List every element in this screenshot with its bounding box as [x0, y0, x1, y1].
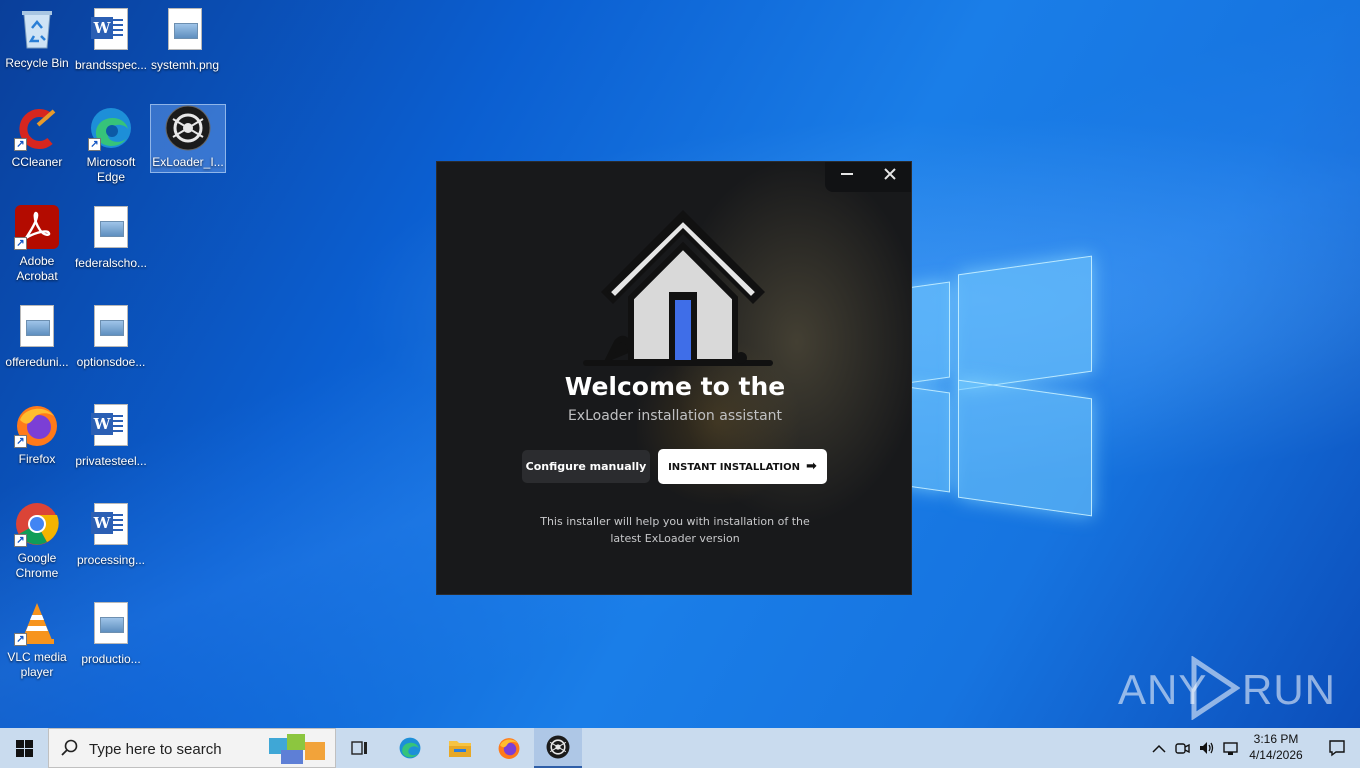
desktop-icon-vlc[interactable]: ↗ VLC media player [0, 600, 74, 680]
desktop-icon-chrome[interactable]: ↗ Google Chrome [0, 501, 74, 581]
image-file-icon [88, 602, 134, 648]
windows-wallpaper-logo [900, 255, 1095, 517]
taskbar-firefox[interactable] [485, 728, 533, 768]
installer-note: This installer will help you with instal… [540, 515, 810, 545]
welcome-heading: Welcome to the [564, 372, 786, 398]
desktop-icon-optionsdoe[interactable]: optionsdoe... [74, 303, 148, 370]
firefox-icon [497, 736, 521, 765]
firefox-icon: ↗ [14, 402, 60, 448]
ccleaner-icon: ↗ [14, 105, 60, 151]
taskbar-search-box[interactable]: Type here to search [48, 728, 336, 768]
vlc-icon: ↗ [14, 600, 60, 646]
chrome-icon: ↗ [14, 501, 60, 547]
desktop-icon-brandsspec[interactable]: W brandsspec... [74, 6, 148, 73]
network-icon [1222, 740, 1240, 761]
desktop-icon-label: processing... [76, 553, 146, 567]
desktop-icon-label: optionsdoe... [76, 355, 146, 369]
close-icon [883, 168, 897, 185]
image-file-icon [162, 8, 208, 54]
desktop-icon-label: Microsoft Edge [86, 155, 136, 184]
desktop-icon-systemh[interactable]: systemh.png [148, 6, 222, 73]
desktop-icon-firefox[interactable]: ↗ Firefox [0, 402, 74, 467]
configure-manually-button[interactable]: Configure manually [522, 450, 650, 483]
desktop-icon-recycle-bin[interactable]: Recycle Bin [0, 6, 74, 71]
desktop-icon-label: productio... [81, 652, 141, 666]
desktop-icon-acrobat[interactable]: ↗ Adobe Acrobat [0, 204, 74, 284]
taskbar-file-explorer[interactable] [435, 728, 483, 768]
desktop-icon-label: CCleaner [11, 155, 63, 169]
exloader-icon [546, 735, 570, 764]
play-logo-icon [1188, 655, 1241, 725]
desktop-icon-label: offereduni... [5, 355, 69, 369]
speaker-icon [1198, 740, 1216, 761]
desktop-icon-label: Google Chrome [15, 551, 59, 580]
image-file-icon [88, 206, 134, 252]
word-document-icon: W [88, 404, 134, 450]
camera-icon [1174, 740, 1190, 761]
notification-icon [1328, 739, 1346, 762]
desktop-icon-label: Adobe Acrobat [16, 254, 58, 283]
taskbar: Type here to search 3:16 PM 4/14/2026 [0, 728, 1360, 768]
word-document-icon: W [88, 8, 134, 54]
minimize-icon [840, 168, 854, 185]
edge-icon: ↗ [88, 105, 134, 151]
taskbar-exloader[interactable] [534, 728, 582, 768]
action-center-button[interactable] [1314, 728, 1360, 768]
taskbar-task-view[interactable] [336, 728, 384, 768]
start-button[interactable] [0, 728, 48, 768]
acrobat-icon: ↗ [14, 204, 60, 250]
chevron-up-icon [1152, 741, 1166, 759]
search-placeholder: Type here to search [89, 741, 222, 758]
arrow-right-icon: ➡ [806, 459, 817, 474]
exloader-installer-window: Welcome to the ExLoader installation ass… [436, 161, 912, 595]
image-file-icon [88, 305, 134, 351]
desktop-icon-label: systemh.png [150, 58, 220, 72]
task-view-icon [351, 739, 369, 762]
file-explorer-icon [448, 738, 472, 763]
desktop-icon-label: ExLoader_I... [152, 155, 224, 169]
desktop-icon-exloader[interactable]: ExLoader_I... [150, 104, 226, 173]
search-highlight-puzzle-icon [267, 732, 329, 768]
desktop-icon-federalscho[interactable]: federalscho... [74, 204, 148, 271]
word-document-icon: W [88, 503, 134, 549]
recycle-bin-icon [14, 6, 60, 52]
instant-installation-label: INSTANT INSTALLATION [668, 462, 801, 473]
taskbar-clock[interactable]: 3:16 PM 4/14/2026 [1240, 731, 1312, 763]
close-button[interactable] [868, 162, 911, 192]
desktop-icon-label: Recycle Bin [5, 56, 69, 70]
desktop-icon-productio[interactable]: productio... [74, 600, 148, 667]
tray-meet-now[interactable] [1172, 728, 1192, 768]
show-hidden-icons-button[interactable] [1150, 728, 1168, 768]
desktop-icon-label: VLC media player [7, 650, 67, 679]
desktop-icon-edge[interactable]: ↗ Microsoft Edge [74, 105, 148, 185]
search-icon [61, 739, 79, 762]
tray-volume[interactable] [1196, 728, 1216, 768]
clock-date: 4/14/2026 [1249, 748, 1303, 762]
desktop-icon-label: brandsspec... [74, 58, 148, 72]
minimize-button[interactable] [825, 162, 868, 192]
installer-subtitle: ExLoader installation assistant [567, 408, 783, 424]
instant-installation-button[interactable]: INSTANT INSTALLATION ➡ [658, 449, 827, 484]
edge-icon [398, 736, 422, 765]
desktop-icon-ccleaner[interactable]: ↗ CCleaner [0, 105, 74, 170]
desktop-icon-processing[interactable]: W processing... [74, 501, 148, 568]
watermark-right-text: RUN [1242, 666, 1336, 713]
desktop-icon-label: privatesteel... [75, 454, 147, 468]
taskbar-edge[interactable] [386, 728, 434, 768]
tray-network[interactable] [1220, 728, 1240, 768]
desktop-icon-privatesteel[interactable]: W privatesteel... [74, 402, 148, 469]
desktop-icon-offereduni[interactable]: offereduni... [0, 303, 74, 370]
house-icon [577, 202, 777, 372]
exloader-icon [165, 105, 211, 151]
windows-start-icon [16, 740, 33, 762]
anyrun-watermark: ANY RUN [1118, 655, 1335, 721]
image-file-icon [14, 305, 60, 351]
clock-time: 3:16 PM [1253, 732, 1299, 746]
desktop-icon-label: federalscho... [74, 256, 148, 270]
window-controls [825, 162, 911, 192]
desktop-icon-label: Firefox [18, 452, 56, 466]
